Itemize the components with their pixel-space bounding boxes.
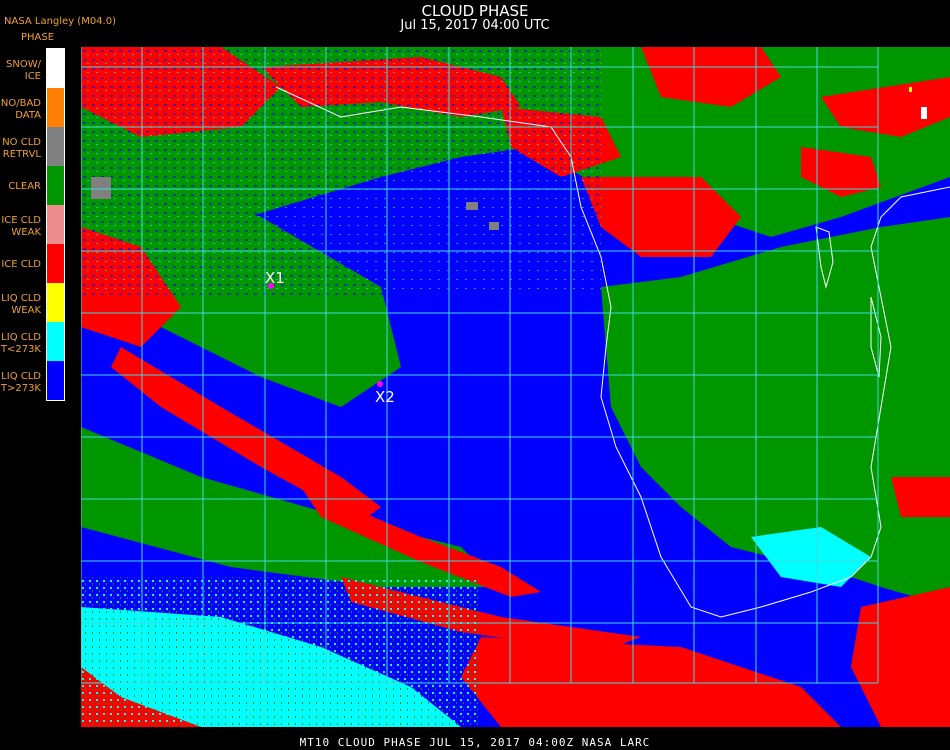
legend-label: LIQ CLD WEAK [1, 293, 41, 316]
legend-label: LIQ CLD T<273K [0, 332, 41, 355]
cloud-phase-map: X1 X2 [81, 47, 950, 727]
legend-label: NO/BAD DATA [0, 98, 41, 121]
legend-label: LIQ CLD T>273K [0, 371, 41, 394]
legend-swatch-clear [47, 166, 64, 205]
mixed-speckle [81, 47, 601, 297]
no-retrieval-patch [91, 177, 111, 199]
marker-x2-dot [377, 381, 383, 387]
legend-swatch-ice [47, 244, 64, 283]
legend-label: SNOW/ICE [6, 59, 41, 82]
legend-swatch-liq-warm [47, 361, 64, 400]
marker-x1-label: X1 [265, 269, 285, 287]
legend-swatch-no-data [47, 88, 64, 127]
producer-label: NASA Langley (M04.0) [4, 16, 116, 27]
legend-swatch-liq-weak [47, 283, 64, 322]
legend-swatch-snow-ice [47, 49, 64, 88]
legend-swatch-ice-weak [47, 205, 64, 244]
legend-label: ICE CLD [1, 259, 41, 270]
no-retrieval-patch [489, 222, 499, 230]
legend-swatch-liq-cold [47, 322, 64, 361]
snow-ice-patch [921, 107, 927, 119]
liquid-weak-patch [909, 87, 912, 92]
legend-label: NO CLD RETRVL [2, 137, 41, 160]
legend-label: CLEAR [8, 181, 41, 192]
legend-swatch-no-retrieval [47, 127, 64, 166]
legend-label: ICE CLD WEAK [1, 215, 41, 238]
map-datetime: Jul 15, 2017 04:00 UTC [400, 18, 550, 33]
ice-cloud [891, 477, 950, 517]
no-retrieval-patch [466, 202, 478, 210]
marker-x2-label: X2 [375, 388, 395, 406]
phase-legend [46, 48, 65, 401]
cold-liquid-speckle [81, 577, 481, 727]
legend-heading: PHASE [21, 32, 55, 43]
footer-caption: MT10 CLOUD PHASE JUL 15, 2017 04:00Z NAS… [299, 736, 651, 749]
